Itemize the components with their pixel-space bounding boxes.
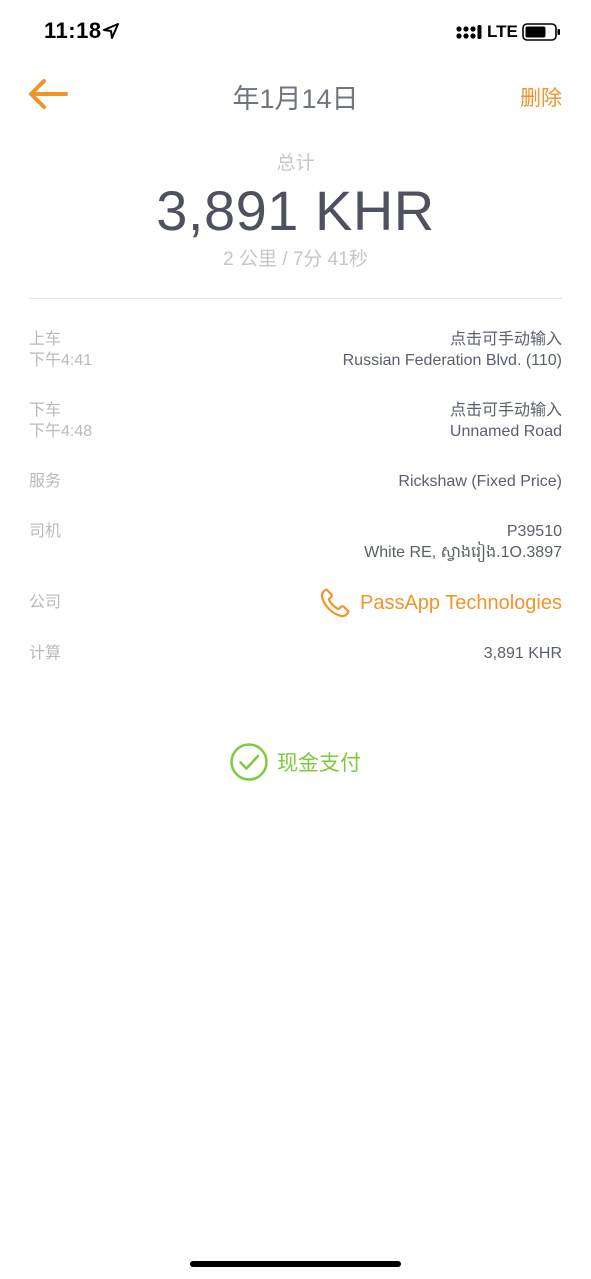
pickup-manual-input-hint[interactable]: 点击可手动输入: [450, 329, 562, 351]
dropoff-manual-input-hint[interactable]: 点击可手动输入: [450, 400, 562, 422]
signal-icon: [456, 25, 482, 39]
home-indicator[interactable]: [190, 1261, 401, 1267]
driver-label: 司机: [29, 523, 62, 540]
delete-button[interactable]: 删除: [520, 82, 562, 112]
total-label: 总计: [276, 153, 315, 174]
phone-icon: [320, 588, 350, 618]
status-bar: 11:18 LTE: [0, 0, 591, 64]
distance-duration: 2 公里 / 7分 41秒: [223, 249, 368, 270]
calculation-value: 3,891 KHR: [483, 645, 562, 662]
pickup-address[interactable]: Russian Federation Blvd. (110): [343, 350, 562, 372]
dropoff-label: 下车: [29, 402, 62, 419]
divider: [29, 298, 562, 299]
payment-method-label: 现金支付: [277, 752, 361, 775]
pickup-time: 下午4:41: [29, 352, 93, 369]
calculation-label: 计算: [29, 645, 62, 662]
network-type: LTE: [487, 22, 518, 41]
pickup-label: 上车: [29, 331, 62, 348]
service-label: 服务: [29, 473, 62, 490]
service-value: Rickshaw (Fixed Price): [398, 473, 562, 490]
page-title: 年1月14日: [232, 84, 359, 114]
company-name: PassApp Technologies: [360, 591, 562, 614]
battery-icon: [522, 23, 560, 41]
dropoff-time: 下午4:48: [29, 423, 93, 440]
driver-vehicle: White RE, ស្វាងរៀង.1O.3897: [364, 544, 562, 561]
payment-method: 现金支付: [229, 742, 361, 782]
location-arrow-icon: [103, 23, 119, 39]
total-amount: 3,891 KHR: [156, 179, 435, 242]
company-call-link[interactable]: PassApp Technologies: [318, 585, 562, 621]
driver-id: P39510: [506, 523, 562, 540]
check-circle-icon: [230, 743, 268, 781]
dropoff-address[interactable]: Unnamed Road: [450, 421, 562, 443]
company-label: 公司: [29, 594, 62, 611]
navigation-bar: 年1月14日 删除: [0, 64, 591, 124]
status-time: 11:18: [44, 18, 102, 43]
